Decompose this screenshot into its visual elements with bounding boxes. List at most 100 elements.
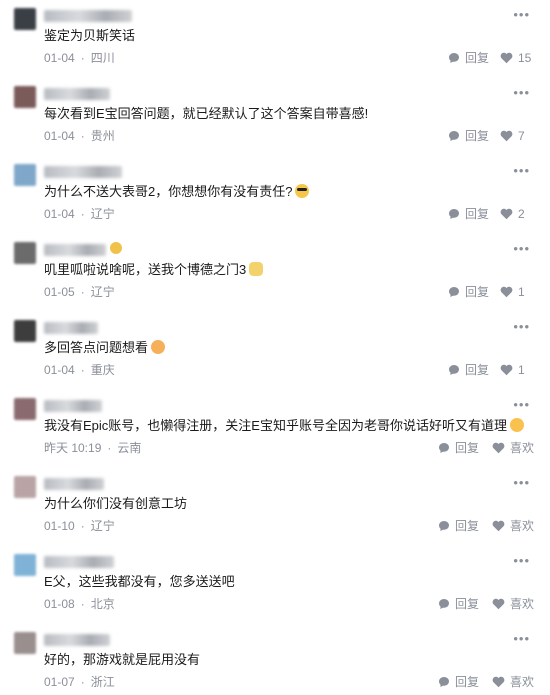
more-dots-icon[interactable]: ••• bbox=[513, 398, 530, 411]
reply-label: 回复 bbox=[465, 285, 490, 299]
reply-button[interactable]: 回复 bbox=[448, 206, 489, 222]
username-blurred[interactable] bbox=[44, 634, 110, 646]
avatar[interactable] bbox=[14, 242, 36, 264]
comment-item: ••• 每次看到E宝回答问题，就已经默认了这个答案自带喜感! 01-04 · 贵州 … bbox=[0, 80, 550, 156]
like-label: 喜欢 bbox=[510, 597, 535, 611]
comment-item: ••• 为什么不送大表哥2，你想想你有没有责任? 01-04 · 辽宁 回复 2 bbox=[0, 158, 550, 234]
comment-item: ••• E父，这些我都没有，您多送送吧 01-08 · 北京 回复 喜欢 bbox=[0, 548, 550, 624]
avatar[interactable] bbox=[14, 86, 36, 108]
avatar[interactable] bbox=[14, 8, 36, 30]
comment-text: 鉴定为贝斯笑话 bbox=[44, 28, 136, 43]
comment-bubble-icon bbox=[449, 131, 459, 141]
heart-icon bbox=[492, 676, 505, 688]
blush-emoji-icon bbox=[151, 340, 166, 354]
username-blurred[interactable] bbox=[44, 166, 122, 178]
like-button[interactable]: 喜欢 bbox=[492, 518, 534, 534]
reply-button[interactable]: 回复 bbox=[438, 596, 479, 612]
more-dots-icon[interactable]: ••• bbox=[513, 164, 530, 177]
like-count: 7 bbox=[518, 129, 525, 143]
more-dots-icon[interactable]: ••• bbox=[513, 320, 530, 333]
comment-meta: 01-04 · 四川 bbox=[44, 51, 115, 65]
avatar[interactable] bbox=[14, 632, 36, 654]
kiss-emoji-icon bbox=[509, 418, 524, 432]
avatar[interactable] bbox=[14, 398, 36, 420]
more-dots-icon[interactable]: ••• bbox=[513, 86, 530, 99]
heart-icon bbox=[500, 364, 513, 376]
reply-label: 回复 bbox=[455, 597, 480, 611]
reply-button[interactable]: 回复 bbox=[438, 518, 479, 534]
comment-meta: 01-04 · 重庆 bbox=[44, 363, 115, 377]
comment-date: 01-04 bbox=[44, 363, 75, 377]
comment-meta: 01-05 · 辽宁 bbox=[44, 285, 115, 299]
like-button[interactable]: 喜欢 bbox=[492, 596, 534, 612]
comment-location: 辽宁 bbox=[90, 207, 115, 221]
user-badge-icon bbox=[110, 242, 122, 254]
comment-item: ••• 为什么你们没有创意工坊 01-10 · 辽宁 回复 喜欢 bbox=[0, 470, 550, 546]
comment-meta: 01-10 · 辽宁 bbox=[44, 519, 115, 533]
like-count: 1 bbox=[518, 363, 525, 377]
comment-meta: 01-08 · 北京 bbox=[44, 597, 115, 611]
like-button[interactable]: 7 bbox=[500, 128, 525, 144]
comment-meta: 01-07 · 浙江 bbox=[44, 675, 115, 689]
reply-button[interactable]: 回复 bbox=[448, 284, 489, 300]
reply-button[interactable]: 回复 bbox=[438, 440, 479, 456]
heart-icon bbox=[500, 130, 513, 142]
heart-icon bbox=[492, 598, 505, 610]
reply-button[interactable]: 回复 bbox=[448, 128, 489, 144]
comment-bubble-icon bbox=[439, 443, 449, 453]
like-button[interactable]: 喜欢 bbox=[492, 440, 534, 456]
comment-date: 01-04 bbox=[44, 51, 75, 65]
more-dots-icon[interactable]: ••• bbox=[513, 476, 530, 489]
comment-meta: 01-04 · 贵州 bbox=[44, 129, 115, 143]
comment-date: 01-08 bbox=[44, 597, 75, 611]
username-blurred[interactable] bbox=[44, 10, 132, 22]
more-dots-icon[interactable]: ••• bbox=[513, 8, 530, 21]
like-button[interactable]: 喜欢 bbox=[492, 674, 534, 690]
comment-item: ••• 鉴定为贝斯笑话 01-04 · 四川 回复 15 bbox=[0, 2, 550, 78]
username-blurred[interactable] bbox=[44, 88, 110, 100]
reply-label: 回复 bbox=[455, 675, 480, 689]
comment-meta: 01-04 · 辽宁 bbox=[44, 207, 115, 221]
comment-item: ••• 好的，那游戏就是屁用没有 01-07 · 浙江 回复 喜欢 bbox=[0, 626, 550, 695]
comment-bubble-icon bbox=[439, 677, 449, 687]
reply-button[interactable]: 回复 bbox=[448, 362, 489, 378]
heart-icon bbox=[492, 520, 505, 532]
reply-button[interactable]: 回复 bbox=[448, 50, 489, 66]
like-button[interactable]: 15 bbox=[500, 50, 531, 66]
heart-icon bbox=[492, 442, 505, 454]
comment-text: 为什么不送大表哥2，你想想你有没有责任? bbox=[44, 183, 310, 201]
username-blurred[interactable] bbox=[44, 478, 104, 490]
reply-button[interactable]: 回复 bbox=[438, 674, 479, 690]
heart-icon bbox=[500, 208, 513, 220]
comment-bubble-icon bbox=[449, 287, 459, 297]
avatar[interactable] bbox=[14, 476, 36, 498]
like-button[interactable]: 2 bbox=[500, 206, 525, 222]
like-button[interactable]: 1 bbox=[500, 284, 525, 300]
comment-text-content: 多回答点问题想看 bbox=[44, 340, 149, 355]
comment-text-content: 我没有Epic账号，也懒得注册，关注E宝知乎账号全因为老哥你说话好听又有道理 bbox=[44, 418, 507, 433]
more-dots-icon[interactable]: ••• bbox=[513, 242, 530, 255]
reply-label: 回复 bbox=[465, 207, 490, 221]
like-count: 1 bbox=[518, 285, 525, 299]
username-blurred[interactable] bbox=[44, 556, 114, 568]
like-count: 15 bbox=[518, 51, 532, 65]
more-dots-icon[interactable]: ••• bbox=[513, 554, 530, 567]
cat-emoji-icon bbox=[249, 262, 264, 276]
username-blurred[interactable] bbox=[44, 400, 102, 412]
comment-date: 01-07 bbox=[44, 675, 75, 689]
more-dots-icon[interactable]: ••• bbox=[513, 632, 530, 645]
comment-date: 01-10 bbox=[44, 519, 75, 533]
comment-text: E父，这些我都没有，您多送送吧 bbox=[44, 574, 235, 589]
avatar[interactable] bbox=[14, 164, 36, 186]
username-blurred[interactable] bbox=[44, 322, 98, 334]
comment-location: 辽宁 bbox=[90, 519, 115, 533]
reply-label: 回复 bbox=[465, 51, 490, 65]
comment-date: 昨天 10:19 bbox=[44, 441, 102, 455]
comment-item: ••• 我没有Epic账号，也懒得注册，关注E宝知乎账号全因为老哥你说话好听又有… bbox=[0, 392, 550, 468]
avatar[interactable] bbox=[14, 320, 36, 342]
comment-location: 浙江 bbox=[90, 675, 115, 689]
like-button[interactable]: 1 bbox=[500, 362, 525, 378]
comment-bubble-icon bbox=[449, 365, 459, 375]
username-blurred[interactable] bbox=[44, 244, 106, 256]
avatar[interactable] bbox=[14, 554, 36, 576]
